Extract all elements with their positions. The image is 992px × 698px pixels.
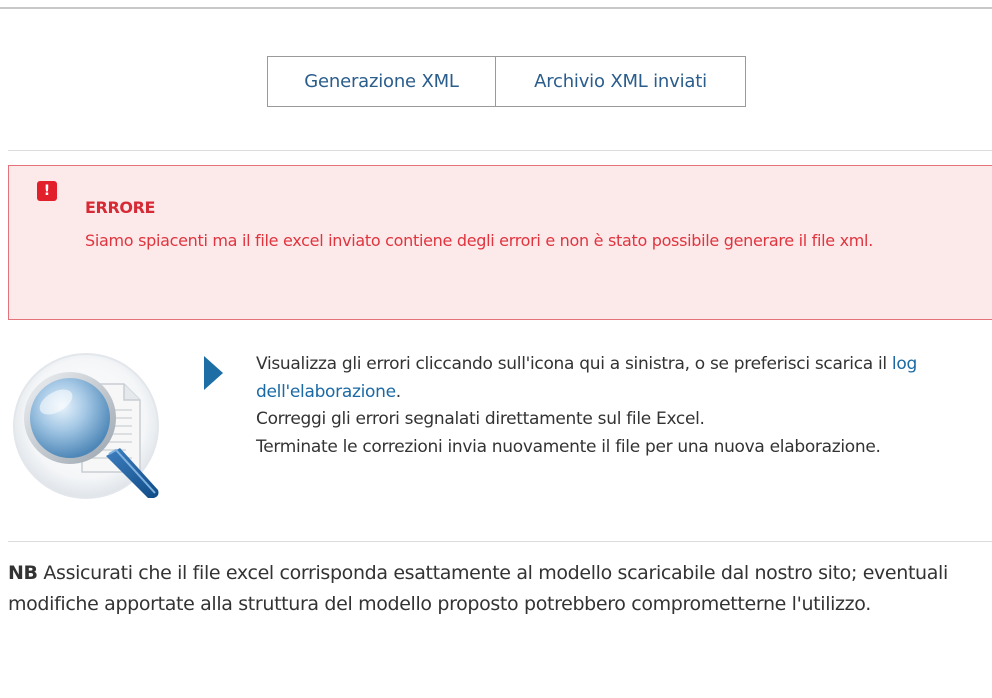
section-divider: [8, 150, 992, 151]
error-message: Siamo spiacenti ma il file excel inviato…: [85, 231, 873, 250]
note-text: NB Assicurati che il file excel corrispo…: [8, 558, 986, 620]
tab-generazione-xml[interactable]: Generazione XML: [268, 57, 496, 106]
magnifier-document-icon[interactable]: [8, 350, 168, 500]
note-label: NB: [8, 562, 38, 584]
info-line-1: Visualizza gli errori cliccando sull'ico…: [256, 354, 917, 402]
note-body: Assicurati che il file excel corrisponda…: [8, 562, 948, 615]
alert-icon: !: [37, 181, 57, 201]
play-arrow-icon: [204, 356, 223, 390]
error-title: ERRORE: [85, 198, 156, 217]
tab-bar: Generazione XML Archivio XML inviati: [267, 56, 746, 107]
info-text: Visualizza gli errori cliccando sull'ico…: [256, 351, 986, 461]
info-line-2: Correggi gli errori segnalati direttamen…: [256, 409, 705, 429]
tab-archivio-xml-inviati[interactable]: Archivio XML inviati: [496, 57, 745, 106]
info-line-3: Terminate le correzioni invia nuovamente…: [256, 436, 881, 457]
error-alert: ! ERRORE Siamo spiacenti ma il file exce…: [8, 165, 992, 320]
bottom-divider: [8, 541, 992, 542]
top-divider: [0, 7, 992, 9]
